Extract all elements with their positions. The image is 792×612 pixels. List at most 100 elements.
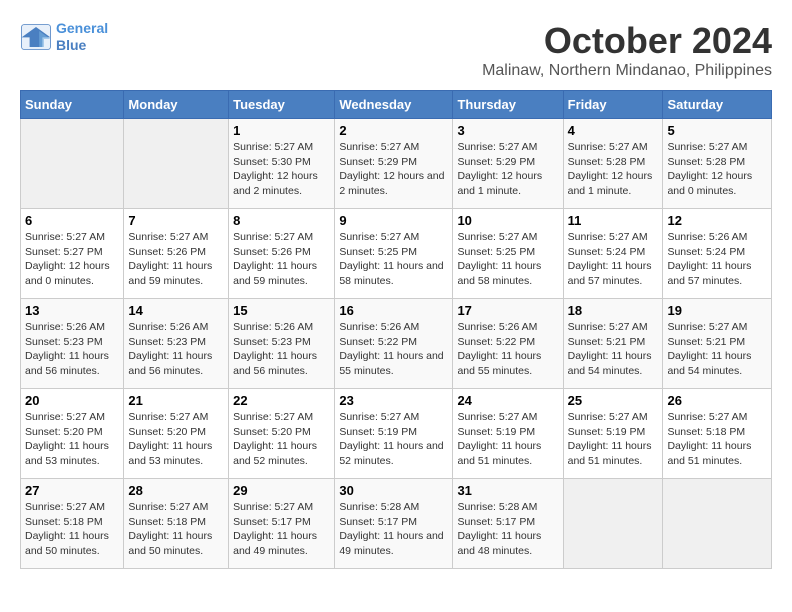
day-info: Sunrise: 5:27 AMSunset: 5:28 PMDaylight:… xyxy=(568,140,659,199)
day-number: 16 xyxy=(339,303,448,318)
day-number: 7 xyxy=(128,213,224,228)
day-info: Sunrise: 5:27 AMSunset: 5:19 PMDaylight:… xyxy=(457,410,558,469)
calendar-cell: 9 Sunrise: 5:27 AMSunset: 5:25 PMDaylight… xyxy=(335,209,453,299)
day-info: Sunrise: 5:28 AMSunset: 5:17 PMDaylight:… xyxy=(457,500,558,559)
calendar-cell: 26 Sunrise: 5:27 AMSunset: 5:18 PMDayligh… xyxy=(663,389,772,479)
calendar-cell: 19Sunrise: 5:27 AMSunset: 5:21 PMDayligh… xyxy=(663,299,772,389)
calendar-cell: 28Sunrise: 5:27 AMSunset: 5:18 PMDayligh… xyxy=(124,479,229,569)
month-title: October 2024 xyxy=(482,20,772,62)
calendar-cell: 14 Sunrise: 5:26 AMSunset: 5:23 PMDayligh… xyxy=(124,299,229,389)
calendar-cell xyxy=(663,479,772,569)
calendar-cell: 10 Sunrise: 5:27 AMSunset: 5:25 PMDayligh… xyxy=(453,209,563,299)
day-number: 15 xyxy=(233,303,330,318)
day-info: Sunrise: 5:27 AMSunset: 5:19 PMDaylight:… xyxy=(568,410,659,469)
day-info: Sunrise: 5:27 AMSunset: 5:18 PMDaylight:… xyxy=(667,410,767,469)
day-info: Sunrise: 5:27 AMSunset: 5:21 PMDaylight:… xyxy=(568,320,659,379)
day-number: 1 xyxy=(233,123,330,138)
calendar-cell: 24 Sunrise: 5:27 AMSunset: 5:19 PMDayligh… xyxy=(453,389,563,479)
day-number: 21 xyxy=(128,393,224,408)
day-number: 5 xyxy=(667,123,767,138)
day-number: 9 xyxy=(339,213,448,228)
day-info: Sunrise: 5:27 AMSunset: 5:25 PMDaylight:… xyxy=(457,230,558,289)
weekday-header: Monday xyxy=(124,91,229,119)
day-info: Sunrise: 5:26 AMSunset: 5:23 PMDaylight:… xyxy=(25,320,119,379)
calendar-body: 1 Sunrise: 5:27 AMSunset: 5:30 PMDaylight… xyxy=(21,119,772,569)
calendar-cell: 20 Sunrise: 5:27 AMSunset: 5:20 PMDayligh… xyxy=(21,389,124,479)
calendar-week-row: 6Sunrise: 5:27 AMSunset: 5:27 PMDaylight… xyxy=(21,209,772,299)
weekday-header: Thursday xyxy=(453,91,563,119)
calendar-cell: 22Sunrise: 5:27 AMSunset: 5:20 PMDayligh… xyxy=(229,389,335,479)
day-info: Sunrise: 5:27 AMSunset: 5:17 PMDaylight:… xyxy=(233,500,330,559)
calendar-cell: 3Sunrise: 5:27 AMSunset: 5:29 PMDaylight… xyxy=(453,119,563,209)
day-info: Sunrise: 5:27 AMSunset: 5:30 PMDaylight:… xyxy=(233,140,330,199)
day-info: Sunrise: 5:27 AMSunset: 5:21 PMDaylight:… xyxy=(667,320,767,379)
day-number: 17 xyxy=(457,303,558,318)
day-number: 10 xyxy=(457,213,558,228)
day-info: Sunrise: 5:27 AMSunset: 5:25 PMDaylight:… xyxy=(339,230,448,289)
day-number: 27 xyxy=(25,483,119,498)
calendar-cell xyxy=(124,119,229,209)
calendar-cell: 29 Sunrise: 5:27 AMSunset: 5:17 PMDayligh… xyxy=(229,479,335,569)
calendar-cell: 18Sunrise: 5:27 AMSunset: 5:21 PMDayligh… xyxy=(563,299,663,389)
calendar-cell: 31 Sunrise: 5:28 AMSunset: 5:17 PMDayligh… xyxy=(453,479,563,569)
calendar-week-row: 20 Sunrise: 5:27 AMSunset: 5:20 PMDayligh… xyxy=(21,389,772,479)
weekday-header: Sunday xyxy=(21,91,124,119)
calendar-week-row: 13 Sunrise: 5:26 AMSunset: 5:23 PMDayligh… xyxy=(21,299,772,389)
logo-icon xyxy=(20,23,52,51)
day-info: Sunrise: 5:27 AMSunset: 5:19 PMDaylight:… xyxy=(339,410,448,469)
calendar-cell: 2 Sunrise: 5:27 AMSunset: 5:29 PMDaylight… xyxy=(335,119,453,209)
day-number: 11 xyxy=(568,213,659,228)
calendar-cell: 12Sunrise: 5:26 AMSunset: 5:24 PMDayligh… xyxy=(663,209,772,299)
calendar-cell: 6Sunrise: 5:27 AMSunset: 5:27 PMDaylight… xyxy=(21,209,124,299)
calendar-cell xyxy=(563,479,663,569)
day-number: 26 xyxy=(667,393,767,408)
day-number: 31 xyxy=(457,483,558,498)
day-info: Sunrise: 5:27 AMSunset: 5:26 PMDaylight:… xyxy=(128,230,224,289)
day-number: 14 xyxy=(128,303,224,318)
weekday-header: Tuesday xyxy=(229,91,335,119)
day-number: 2 xyxy=(339,123,448,138)
day-info: Sunrise: 5:26 AMSunset: 5:23 PMDaylight:… xyxy=(128,320,224,379)
calendar-cell: 21Sunrise: 5:27 AMSunset: 5:20 PMDayligh… xyxy=(124,389,229,479)
calendar-cell: 16 Sunrise: 5:26 AMSunset: 5:22 PMDayligh… xyxy=(335,299,453,389)
weekday-header: Saturday xyxy=(663,91,772,119)
day-info: Sunrise: 5:26 AMSunset: 5:23 PMDaylight:… xyxy=(233,320,330,379)
day-number: 20 xyxy=(25,393,119,408)
day-info: Sunrise: 5:27 AMSunset: 5:29 PMDaylight:… xyxy=(339,140,448,199)
day-info: Sunrise: 5:26 AMSunset: 5:22 PMDaylight:… xyxy=(339,320,448,379)
calendar-cell: 27 Sunrise: 5:27 AMSunset: 5:18 PMDayligh… xyxy=(21,479,124,569)
day-number: 29 xyxy=(233,483,330,498)
calendar-table: SundayMondayTuesdayWednesdayThursdayFrid… xyxy=(20,90,772,569)
calendar-cell: 25 Sunrise: 5:27 AMSunset: 5:19 PMDayligh… xyxy=(563,389,663,479)
day-info: Sunrise: 5:27 AMSunset: 5:18 PMDaylight:… xyxy=(128,500,224,559)
day-info: Sunrise: 5:27 AMSunset: 5:29 PMDaylight:… xyxy=(457,140,558,199)
calendar-cell: 13 Sunrise: 5:26 AMSunset: 5:23 PMDayligh… xyxy=(21,299,124,389)
location-title: Malinaw, Northern Mindanao, Philippines xyxy=(482,62,772,80)
day-number: 12 xyxy=(667,213,767,228)
day-info: Sunrise: 5:27 AMSunset: 5:18 PMDaylight:… xyxy=(25,500,119,559)
day-info: Sunrise: 5:27 AMSunset: 5:26 PMDaylight:… xyxy=(233,230,330,289)
day-info: Sunrise: 5:28 AMSunset: 5:17 PMDaylight:… xyxy=(339,500,448,559)
calendar-cell: 15 Sunrise: 5:26 AMSunset: 5:23 PMDayligh… xyxy=(229,299,335,389)
calendar-week-row: 27 Sunrise: 5:27 AMSunset: 5:18 PMDayligh… xyxy=(21,479,772,569)
day-info: Sunrise: 5:26 AMSunset: 5:22 PMDaylight:… xyxy=(457,320,558,379)
calendar-cell: 23Sunrise: 5:27 AMSunset: 5:19 PMDayligh… xyxy=(335,389,453,479)
calendar-cell: 11Sunrise: 5:27 AMSunset: 5:24 PMDayligh… xyxy=(563,209,663,299)
day-number: 13 xyxy=(25,303,119,318)
day-number: 30 xyxy=(339,483,448,498)
calendar-cell: 7 Sunrise: 5:27 AMSunset: 5:26 PMDaylight… xyxy=(124,209,229,299)
weekday-header: Friday xyxy=(563,91,663,119)
day-info: Sunrise: 5:27 AMSunset: 5:20 PMDaylight:… xyxy=(25,410,119,469)
logo: General Blue xyxy=(20,20,108,54)
day-number: 4 xyxy=(568,123,659,138)
day-number: 6 xyxy=(25,213,119,228)
page-header: General Blue October 2024 Malinaw, North… xyxy=(20,20,772,80)
day-number: 25 xyxy=(568,393,659,408)
calendar-cell: 17 Sunrise: 5:26 AMSunset: 5:22 PMDayligh… xyxy=(453,299,563,389)
calendar-cell: 4 Sunrise: 5:27 AMSunset: 5:28 PMDaylight… xyxy=(563,119,663,209)
day-number: 24 xyxy=(457,393,558,408)
day-number: 8 xyxy=(233,213,330,228)
title-area: October 2024 Malinaw, Northern Mindanao,… xyxy=(482,20,772,80)
weekday-row: SundayMondayTuesdayWednesdayThursdayFrid… xyxy=(21,91,772,119)
weekday-header: Wednesday xyxy=(335,91,453,119)
